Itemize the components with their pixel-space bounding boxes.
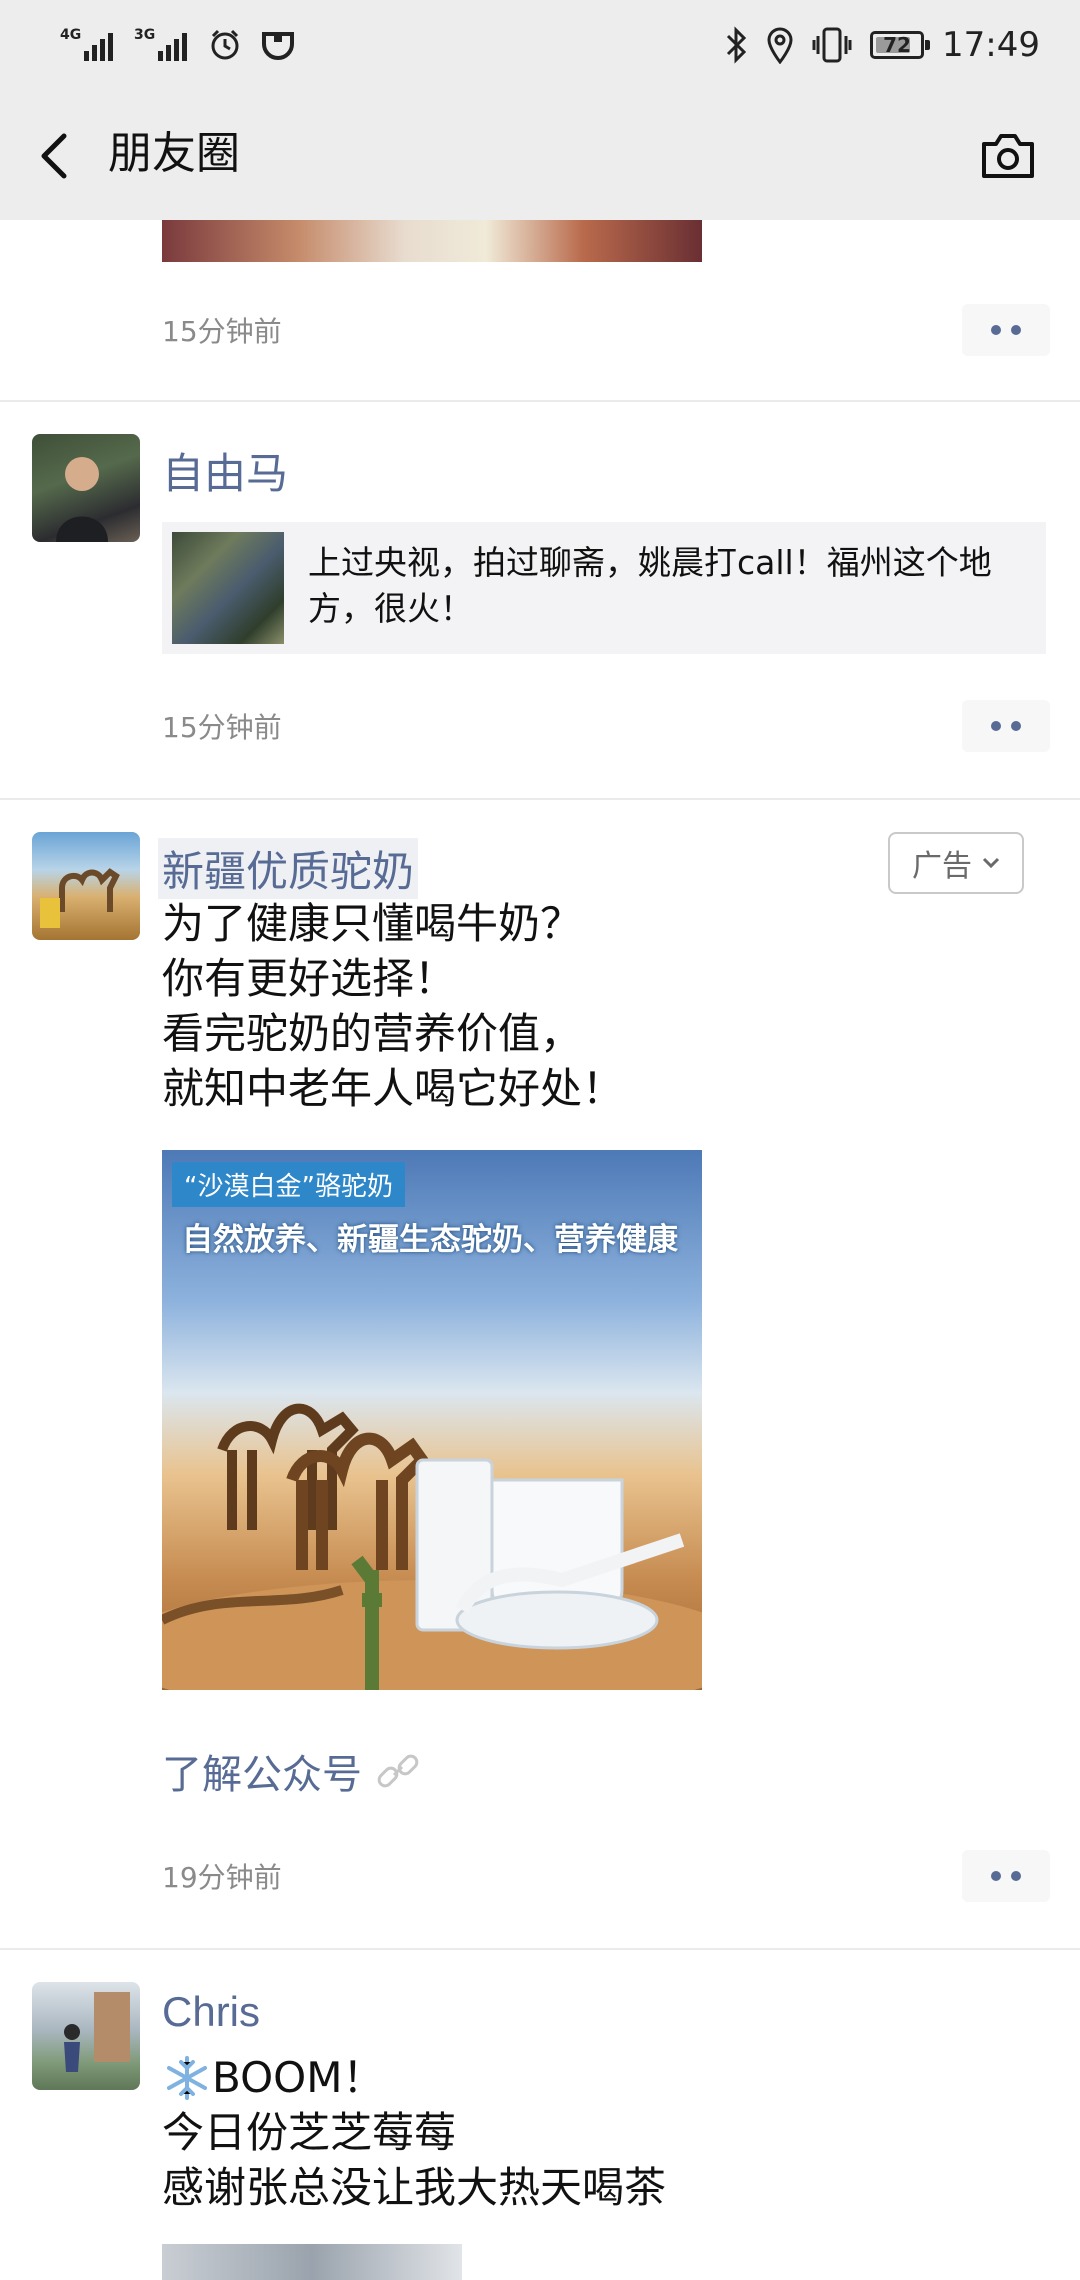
battery-indicator: 72 bbox=[870, 31, 931, 59]
post-text-line: BOOM！ bbox=[212, 2053, 385, 2102]
person-avatar-graphic bbox=[64, 1992, 130, 2072]
post-text-line: 感谢张总没让我大热天喝茶 bbox=[162, 2163, 667, 2212]
more-actions-button[interactable] bbox=[962, 1850, 1050, 1902]
author-name[interactable]: Chris bbox=[162, 1988, 260, 2036]
camera-icon[interactable] bbox=[978, 128, 1038, 184]
more-actions-button[interactable] bbox=[962, 304, 1050, 356]
ad-image[interactable]: “沙漠白金”骆驼奶 自然放养、新疆生态驼奶、营养健康 bbox=[162, 1150, 702, 1690]
post-divider bbox=[0, 1948, 1080, 1950]
advertiser-name[interactable]: 新疆优质驼奶 bbox=[158, 838, 419, 899]
chevron-down-icon bbox=[982, 857, 1000, 869]
network-type-label: 4G bbox=[60, 27, 82, 43]
location-icon bbox=[767, 27, 793, 64]
post-divider bbox=[0, 798, 1080, 800]
status-bar: 4G 3G 72 17:49 bbox=[0, 0, 1080, 90]
bluetooth-icon bbox=[726, 26, 747, 64]
link-thumbnail bbox=[172, 532, 284, 644]
moments-feed: 15分钟前 自由马 上过央视，拍过聊斋，姚晨打call！福州这个地方，很火！ 1… bbox=[0, 220, 1080, 2280]
shared-link-title: 上过央视，拍过聊斋，姚晨打call！福州这个地方，很火！ bbox=[308, 543, 992, 628]
signal-icon-3g: 3G bbox=[134, 25, 190, 65]
camel-milk-illustration bbox=[162, 1403, 702, 1690]
alarm-icon bbox=[211, 29, 239, 60]
post-text-line: 为了健康只懂喝牛奶？ bbox=[162, 899, 583, 948]
post-text-line: 今日份芝芝莓莓 bbox=[162, 2108, 457, 2157]
post-time: 19分钟前 bbox=[162, 1861, 282, 1894]
follow-account-link[interactable]: 了解公众号 bbox=[162, 1742, 420, 1800]
post-text-line: 就知中老年人喝它好处！ bbox=[162, 1064, 625, 1113]
person-avatar-graphic bbox=[56, 457, 108, 542]
ad-label-button[interactable]: 广告 bbox=[888, 832, 1024, 894]
avatar[interactable] bbox=[32, 832, 140, 940]
network-type-label: 3G bbox=[134, 27, 156, 43]
signal-icon-4g: 4G bbox=[60, 25, 116, 65]
nav-bar: 朋友圈 bbox=[0, 90, 1080, 220]
link-icon bbox=[377, 1754, 419, 1788]
post-text-line: 你有更好选择！ bbox=[162, 954, 457, 1003]
clock: 17:49 bbox=[942, 25, 1040, 65]
camel-avatar-graphic bbox=[40, 868, 120, 928]
avatar[interactable] bbox=[32, 434, 140, 542]
snowflake-icon bbox=[167, 2055, 207, 2100]
back-arrow-icon[interactable] bbox=[30, 126, 80, 186]
post-time: 15分钟前 bbox=[162, 315, 282, 348]
post-text: BOOM！ 今日份芝芝莓莓 感谢张总没让我大热天喝茶 bbox=[162, 2050, 666, 2215]
post-text: 为了健康只懂喝牛奶？ 你有更好选择！ 看完驼奶的营养价值， 就知中老年人喝它好处… bbox=[162, 896, 624, 1116]
battery-level: 72 bbox=[883, 33, 911, 57]
shared-link-card[interactable]: 上过央视，拍过聊斋，姚晨打call！福州这个地方，很火！ bbox=[162, 522, 1046, 654]
avatar[interactable] bbox=[32, 1982, 140, 2090]
post-image[interactable] bbox=[162, 2244, 462, 2280]
author-name[interactable]: 自由马 bbox=[162, 440, 288, 501]
post-time: 15分钟前 bbox=[162, 711, 282, 744]
app-notification-icon bbox=[262, 32, 294, 60]
post-image[interactable] bbox=[162, 220, 702, 262]
post-divider bbox=[0, 400, 1080, 402]
follow-account-link-label: 了解公众号 bbox=[162, 1752, 362, 1798]
ad-label: 广告 bbox=[912, 849, 972, 884]
page-title: 朋友圈 bbox=[108, 128, 240, 179]
post-text-line: 看完驼奶的营养价值， bbox=[162, 1009, 583, 1058]
vibrate-icon bbox=[812, 27, 852, 63]
more-actions-button[interactable] bbox=[962, 700, 1050, 752]
